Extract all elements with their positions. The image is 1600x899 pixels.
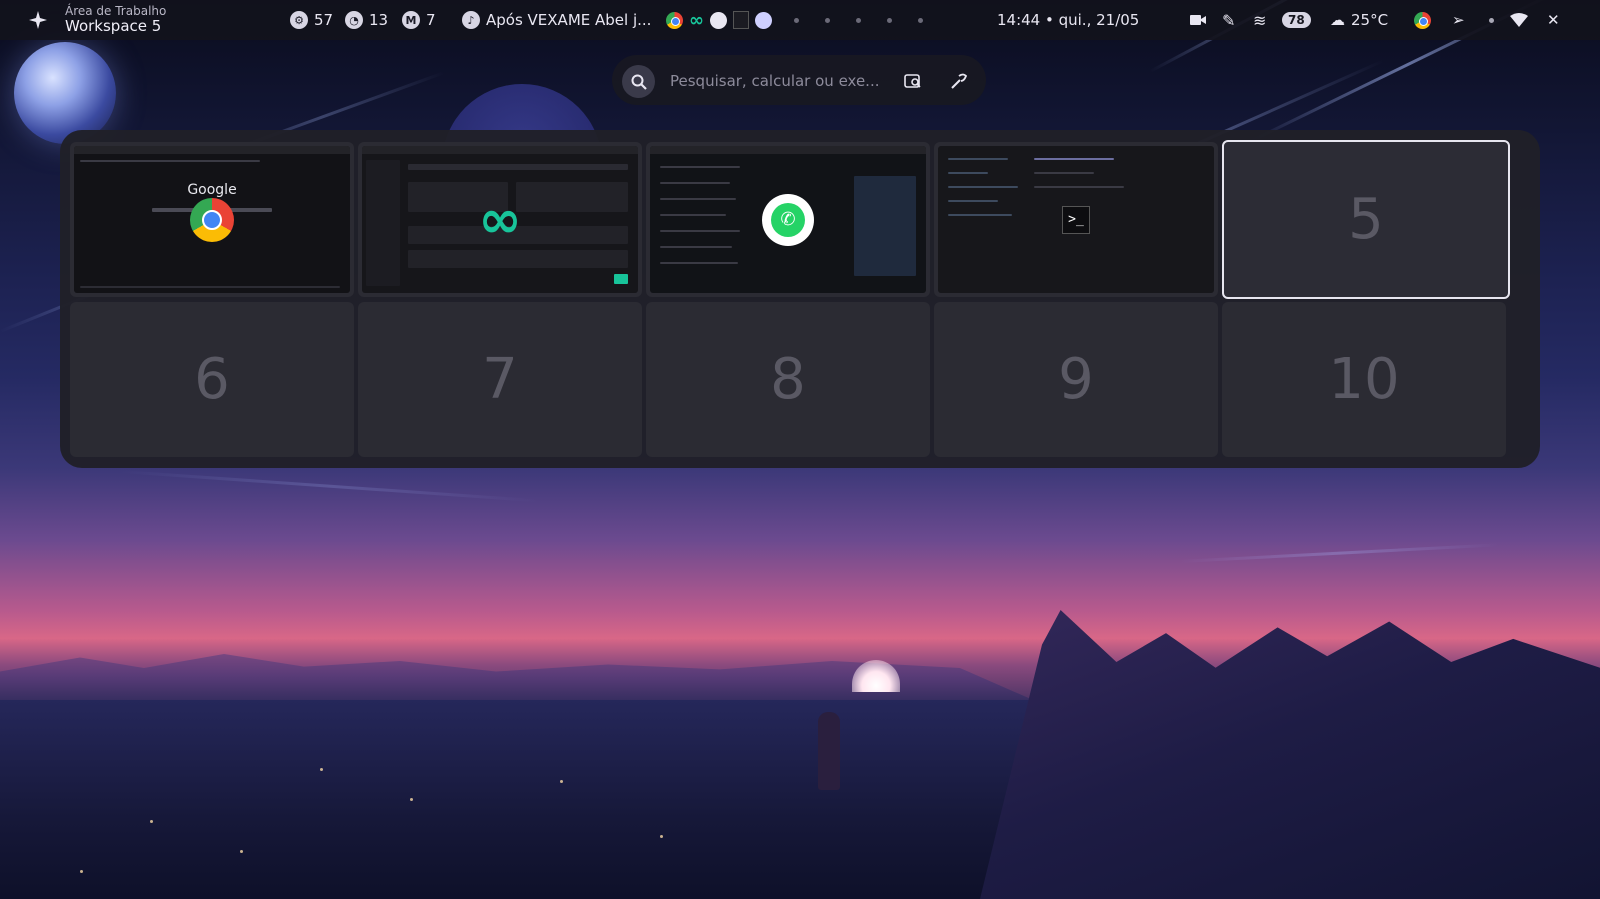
workspace-overview: Google ∞ ✆ >_ 5 6 7 8 9 10 [60,130,1540,468]
search-input[interactable] [668,67,880,95]
google-logo: Google [187,182,237,198]
window-terminal[interactable]: >_ [934,142,1218,297]
chrome-tray-icon[interactable] [666,11,683,29]
media-title: Após VEXAME Abel j... [486,11,652,29]
send-icon: ➢ [1452,11,1465,29]
whatsapp-tray-icon[interactable] [710,11,727,29]
whatsapp-icon: ✆ [762,193,814,246]
image-search-button[interactable] [901,69,925,93]
other-value: 7 [426,11,436,29]
infinity-icon: ∞ [478,189,522,250]
media-player[interactable]: ♪ Após VEXAME Abel j... [462,0,651,40]
workspace-6[interactable]: 6 [70,302,354,457]
telegram-status-icon[interactable]: ➢ [1452,0,1465,40]
window-chrome[interactable]: Google [70,142,354,297]
workspace-10[interactable]: 10 [1222,302,1506,457]
workspace-number: 8 [770,347,806,412]
workspace-number: 5 [1348,187,1384,252]
terminal-icon: >_ [1062,205,1090,234]
image-search-icon [904,74,921,88]
window-infinity-app[interactable]: ∞ [358,142,642,297]
search-bar [612,55,986,105]
cpu-value: 57 [314,11,334,29]
workspace-9[interactable]: 9 [934,302,1218,457]
workspace-5[interactable]: 5 [1222,140,1510,299]
cpu-stat[interactable]: ⚙ 57 [290,0,333,40]
color-picker-search-button[interactable] [947,69,971,93]
network-activity[interactable]: ≋ [1253,0,1266,40]
memory-icon: ◔ [345,11,363,29]
top-bar: Área de Trabalho Workspace 5 ⚙ 57 ◔ 13 M… [0,0,1600,40]
color-picker-icon [951,73,968,89]
clock[interactable]: 14:44 • qui., 21/05 [997,0,1139,40]
weather-widget[interactable]: ☁ 25°C [1330,0,1388,40]
waves-icon: ≋ [1253,10,1267,30]
sparkle-icon [29,11,47,29]
window-whatsapp[interactable]: ✆ [646,142,930,297]
battery-indicator[interactable]: 78 [1282,0,1311,40]
chrome-status-icon[interactable] [1414,0,1431,40]
workspace-8[interactable]: 8 [646,302,930,457]
memory-stat[interactable]: ◔ 13 [345,0,388,40]
wifi-button[interactable] [1510,0,1528,40]
tray-separator [1489,0,1494,40]
bluetooth-button[interactable]: ✕ [1547,0,1560,40]
music-note-icon: ♪ [462,11,480,29]
color-picker-icon: ✎ [1222,10,1236,30]
bluetooth-off-icon: ✕ [1547,11,1560,29]
wifi-icon [1510,13,1528,27]
planet-decoration [14,42,116,144]
screen-record-button[interactable] [1190,0,1206,40]
workspace-number: 9 [1058,347,1094,412]
workspace-number: 7 [482,347,518,412]
chrome-icon [190,197,234,242]
video-camera-icon [1190,15,1206,25]
rain-cloud-icon: ☁ [1330,11,1345,29]
color-picker-button[interactable]: ✎ [1222,0,1235,40]
other-stat[interactable]: M 7 [402,0,436,40]
search-button[interactable] [622,65,655,98]
ai-icon: M [402,11,420,29]
workspace-dot-icon[interactable] [755,11,772,29]
open-apps-tray: ∞ [666,0,923,40]
clock-text: 14:44 • qui., 21/05 [997,11,1140,29]
battery-level: 78 [1282,12,1311,28]
workspace-7[interactable]: 7 [358,302,642,457]
cpu-icon: ⚙ [290,11,308,29]
search-icon [631,74,647,90]
workspace-number: 10 [1328,347,1400,412]
infinity-tray-icon[interactable]: ∞ [689,10,704,31]
terminal-tray-icon[interactable] [733,11,749,29]
launcher-button[interactable] [28,0,48,40]
workspace-indicator[interactable]: Área de Trabalho Workspace 5 [65,0,166,40]
memory-value: 13 [369,11,389,29]
workspace-number: 6 [194,347,230,412]
workspace-name: Workspace 5 [65,17,162,35]
weather-temp: 25°C [1351,11,1389,29]
chrome-icon [1414,11,1431,29]
